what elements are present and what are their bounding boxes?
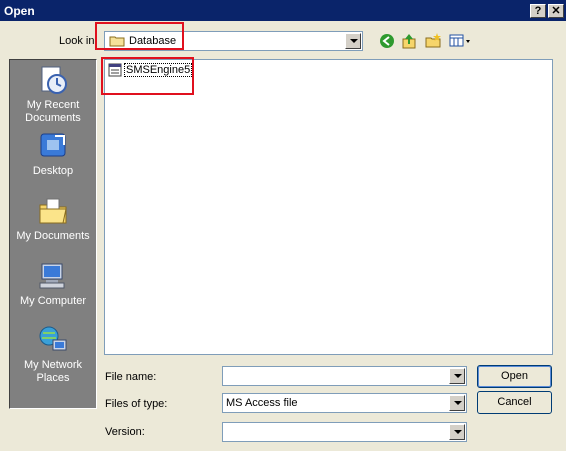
place-my-recent-documents[interactable]: My Recent Documents bbox=[10, 64, 96, 125]
up-folder-icon[interactable] bbox=[400, 32, 418, 50]
files-of-type-value: MS Access file bbox=[226, 397, 298, 409]
place-my-network-places[interactable]: My Network Places bbox=[10, 324, 96, 385]
help-button[interactable]: ? bbox=[530, 3, 546, 18]
look-in-dropdown-button[interactable] bbox=[345, 33, 361, 49]
open-button[interactable]: Open bbox=[477, 365, 552, 388]
file-name: SMSEngine5 bbox=[124, 63, 193, 77]
my-documents-icon bbox=[37, 195, 69, 227]
place-label-line1: Desktop bbox=[32, 165, 74, 177]
look-in-combo[interactable]: Database bbox=[104, 31, 363, 51]
access-db-icon bbox=[108, 63, 122, 77]
folder-icon bbox=[109, 35, 125, 47]
files-of-type-label: Files of type: bbox=[105, 398, 168, 410]
desktop-icon bbox=[37, 130, 69, 162]
file-list[interactable]: SMSEngine5 bbox=[104, 59, 553, 355]
place-label-line1: My Recent bbox=[26, 99, 80, 111]
place-my-documents[interactable]: My Documents bbox=[10, 195, 96, 243]
file-name-field[interactable] bbox=[222, 366, 467, 386]
recent-documents-icon bbox=[37, 64, 69, 96]
version-select[interactable] bbox=[222, 422, 467, 442]
place-label-line1: My Documents bbox=[16, 230, 90, 242]
new-folder-icon[interactable] bbox=[424, 32, 442, 50]
places-bar: My Recent Documents Desktop My Documents… bbox=[9, 59, 97, 409]
back-icon[interactable] bbox=[378, 32, 396, 50]
my-computer-icon bbox=[37, 260, 69, 292]
files-of-type-select[interactable]: MS Access file bbox=[222, 393, 467, 413]
file-name-dropdown-button[interactable] bbox=[449, 368, 465, 384]
files-of-type-dropdown-button[interactable] bbox=[449, 395, 465, 411]
place-desktop[interactable]: Desktop bbox=[10, 130, 96, 178]
close-button[interactable]: ✕ bbox=[548, 3, 564, 18]
look-in-value: Database bbox=[129, 35, 177, 47]
views-menu-icon[interactable] bbox=[448, 32, 474, 50]
network-places-icon bbox=[37, 324, 69, 356]
list-item[interactable]: SMSEngine5 bbox=[108, 63, 193, 77]
open-dialog: Open ? ✕ Look in Database My Recent Docu… bbox=[0, 0, 566, 451]
window-title: Open bbox=[4, 3, 35, 18]
place-my-computer[interactable]: My Computer bbox=[10, 260, 96, 308]
version-dropdown-button[interactable] bbox=[449, 424, 465, 440]
place-label-line1: My Network bbox=[23, 359, 83, 371]
place-label-line1: My Computer bbox=[19, 295, 87, 307]
place-label-line2: Documents bbox=[25, 112, 81, 124]
version-label: Version: bbox=[105, 426, 145, 438]
file-name-label: File name: bbox=[105, 371, 157, 383]
place-label-line2: Places bbox=[36, 372, 70, 384]
cancel-button[interactable]: Cancel bbox=[477, 391, 552, 414]
title-bar: Open ? ✕ bbox=[0, 0, 566, 21]
look-in-label: Look in bbox=[59, 35, 95, 47]
